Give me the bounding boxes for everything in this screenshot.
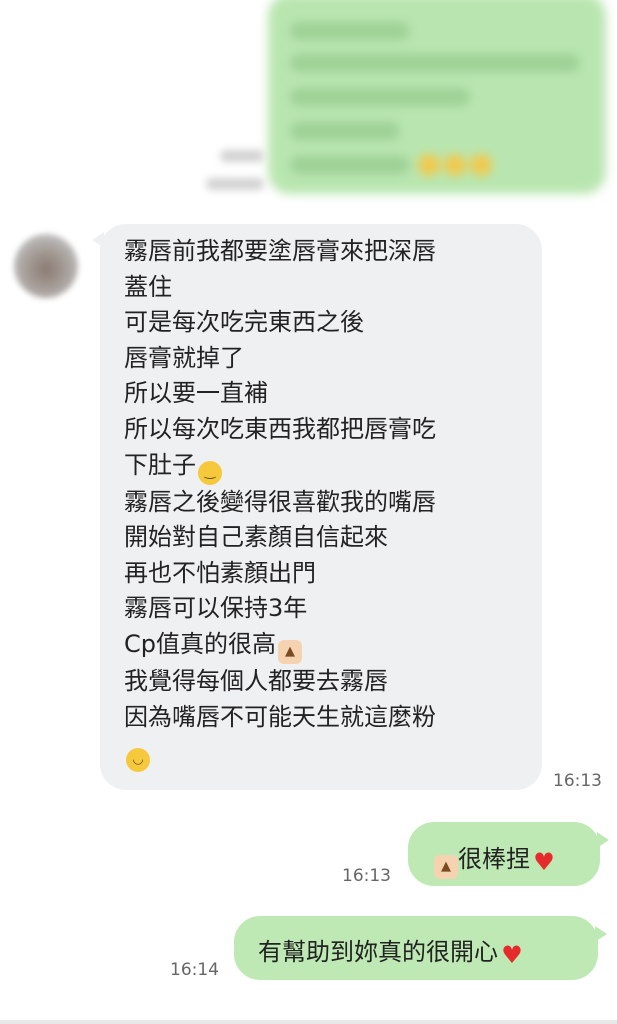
blurred-text-line <box>290 54 580 72</box>
blurred-read-status <box>220 150 264 162</box>
message-line: 可是每次吃完東西之後 <box>124 308 364 337</box>
message-line: 因為嘴唇不可能天生就這麼粉 <box>124 702 436 731</box>
blurred-time <box>206 178 264 190</box>
red-heart-emoji-icon: ♥ <box>501 941 523 969</box>
message-line: 再也不怕素顏出門 <box>124 558 316 587</box>
blurred-text-line <box>290 88 470 106</box>
message-line: 霧唇可以保持3年 <box>124 594 308 623</box>
message-line: 霧唇前我都要塗唇膏來把深唇 <box>124 237 436 265</box>
message-line: 所以每次吃東西我都把唇膏吃 <box>124 414 436 443</box>
sender-avatar[interactable] <box>14 234 78 298</box>
message-line: 所以要一直補 <box>124 379 268 408</box>
thumbs-up-emoji-icon: ▲ <box>278 639 302 664</box>
outgoing-message-bubble[interactable]: ▲ 很棒捏 ♥ <box>408 822 609 886</box>
laughing-tears-emoji-icon: ◡ <box>126 748 150 773</box>
message-line: 霧唇之後變得很喜歡我的嘴唇 <box>124 487 436 516</box>
message-line: 唇膏就掉了 <box>124 343 244 372</box>
pensive-face-emoji-icon: ‿ <box>198 460 222 485</box>
message-line: 我覺得每個人都要去霧唇 <box>124 666 388 695</box>
blurred-emoji-icon <box>444 154 466 176</box>
blurred-emoji-icon <box>470 154 492 176</box>
incoming-message-bubble[interactable]: 霧唇前我都要塗唇膏來把深唇 蓋住 可是每次吃完東西之後 唇膏就掉了 所以要一直補… <box>92 224 542 790</box>
blurred-text-line <box>290 156 410 174</box>
thumbs-up-emoji-icon: ▲ <box>434 855 458 879</box>
message-line: 下肚子 ‿ <box>124 448 520 485</box>
bottom-divider <box>0 1020 617 1024</box>
blurred-text-line <box>290 22 410 40</box>
chat-area[interactable]: 霧唇前我都要塗唇膏來把深唇 蓋住 可是每次吃完東西之後 唇膏就掉了 所以要一直補… <box>0 0 617 1024</box>
message-text: 有幫助到妳真的很開心 <box>258 938 498 966</box>
message-line: Cp值真的很高 ▲ <box>124 627 520 664</box>
message-text: 很棒捏 <box>458 845 530 873</box>
message-line: ◡ <box>124 735 520 773</box>
message-time: 16:14 <box>170 960 219 980</box>
message-line: 蓋住 <box>124 272 172 301</box>
outgoing-message-bubble[interactable]: 有幫助到妳真的很開心 ♥ <box>234 916 607 980</box>
message-line: 開始對自己素顏自信起來 <box>124 523 388 552</box>
blurred-outgoing-message <box>268 0 606 194</box>
blurred-text-line <box>290 122 400 140</box>
message-time: 16:13 <box>342 866 391 886</box>
blurred-emoji-icon <box>418 154 440 176</box>
message-time: 16:13 <box>553 771 602 791</box>
red-heart-emoji-icon: ♥ <box>533 848 555 876</box>
